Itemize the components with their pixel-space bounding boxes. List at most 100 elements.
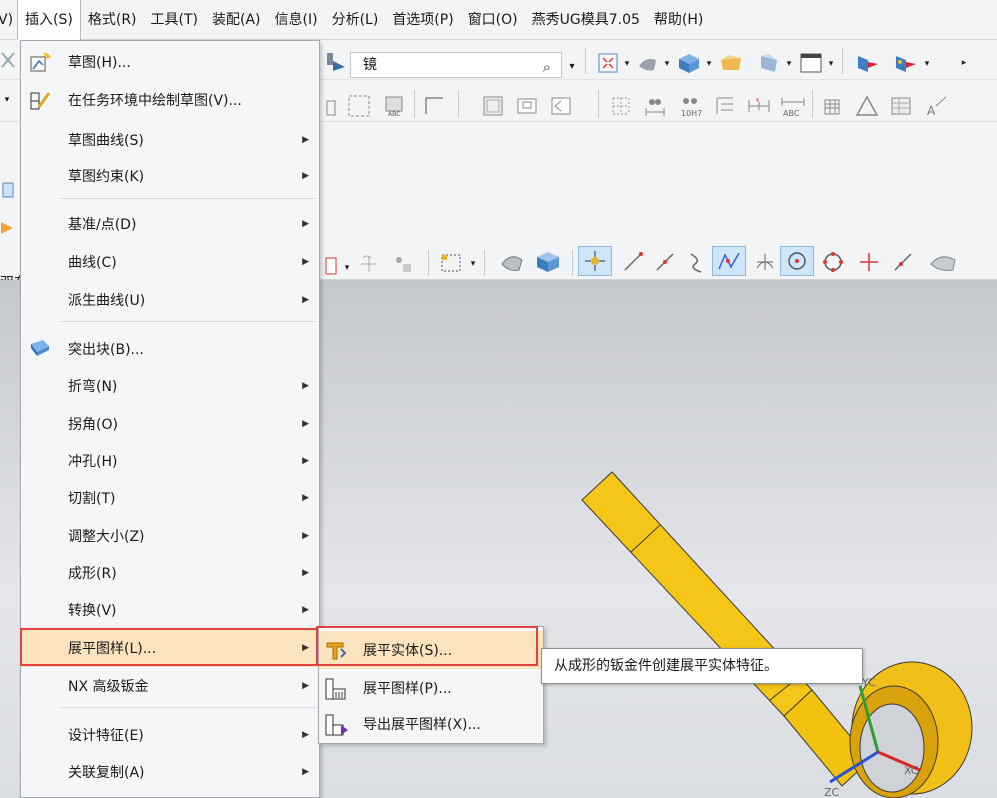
menu-assembly[interactable]: 装配(A) [205, 0, 268, 40]
menu-item-datum-point[interactable]: 基准/点(D) ▶ [21, 205, 319, 243]
dropdown-arrow-icon[interactable]: ▾ [826, 56, 836, 72]
menu-help[interactable]: 帮助(H) [647, 0, 710, 40]
display-constraints-icon[interactable] [344, 92, 374, 120]
quadrant-point-icon[interactable] [818, 248, 848, 276]
fit-view-icon[interactable] [594, 50, 622, 76]
mid-point-icon[interactable] [650, 248, 680, 276]
constraint-icon[interactable] [320, 96, 342, 120]
menu-tools[interactable]: 工具(T) [144, 0, 205, 40]
ordinate-dimension-icon[interactable] [710, 92, 740, 120]
menu-window[interactable]: 窗口(O) [461, 0, 525, 40]
dropdown-arrow-icon[interactable]: ▾ [784, 56, 794, 72]
snap-toggle-icon[interactable] [578, 246, 612, 276]
folder-view-icon[interactable] [716, 50, 746, 76]
select-arrow-icon[interactable] [322, 48, 350, 76]
submenu-item-export-flat-pattern[interactable]: 导出展平图样(X)... [319, 705, 543, 743]
menu-item-bend[interactable]: 折弯(N) ▶ [21, 367, 319, 405]
dropdown-arrow-icon[interactable]: ▾ [342, 260, 352, 276]
body-select-icon[interactable] [532, 248, 564, 276]
menu-analysis[interactable]: 分析(L) [325, 0, 386, 40]
menu-yanxiu-plugin[interactable]: 燕秀UG模具7.05 [525, 0, 647, 40]
toolbar-separator [458, 90, 459, 118]
snap-point-icon[interactable] [354, 250, 384, 276]
dropdown-arrow-icon[interactable]: ▾ [662, 56, 672, 72]
toolbar-separator [812, 90, 813, 118]
dropdown-arrow-icon[interactable]: ▾ [922, 56, 932, 72]
menu-item-sketch-in-task[interactable]: 在任务环境中绘制草图(V)... [21, 81, 319, 119]
rectangle-select-icon[interactable] [436, 250, 466, 276]
render-style-icon[interactable] [634, 50, 662, 76]
menu-item-curve[interactable]: 曲线(C) ▶ [21, 243, 319, 281]
menu-item-nx-advanced-sheet-metal[interactable]: NX 高级钣金 ▶ [21, 667, 319, 705]
triangle-icon[interactable] [852, 92, 882, 120]
menu-item-tab[interactable]: 突出块(B)... [21, 330, 319, 368]
chain-dimension-icon[interactable]: × [744, 92, 774, 120]
menu-item-convert[interactable]: 转换(V) ▶ [21, 591, 319, 629]
auto-dimension-icon[interactable]: ABC [380, 92, 410, 120]
menu-item-sketch-curves[interactable]: 草图曲线(S) ▶ [21, 121, 319, 159]
dropdown-arrow-icon[interactable]: ▾ [622, 56, 632, 72]
menu-item-punch[interactable]: 冲孔(H) ▶ [21, 442, 319, 480]
intersection-point-icon[interactable] [712, 246, 746, 276]
wcs-arrow-icon[interactable] [850, 50, 884, 76]
menu-item-label: 关联复制(A) [68, 765, 145, 781]
shape-fragment-icon[interactable] [0, 216, 14, 240]
toolbar-overflow-icon[interactable]: ▸ [934, 50, 994, 76]
arc-center-icon[interactable] [750, 248, 780, 276]
dropdown-arrow-icon[interactable]: ▾ [468, 256, 478, 272]
end-point-icon[interactable] [618, 248, 648, 276]
menu-preferences[interactable]: 首选项(P) [385, 0, 460, 40]
section-view-icon[interactable] [754, 50, 784, 76]
text-arrow-icon[interactable]: A [920, 92, 954, 120]
search-dropdown-icon[interactable]: ▾ [566, 56, 578, 76]
menu-item-derived-curve[interactable]: 派生曲线(U) ▶ [21, 281, 319, 319]
linear-dimension-icon[interactable] [640, 92, 670, 120]
menu-item-resize[interactable]: 调整大小(Z) ▶ [21, 517, 319, 555]
menu-insert[interactable]: 插入(S) [17, 0, 81, 40]
point-grid-icon[interactable] [606, 92, 636, 120]
angle-icon[interactable] [546, 92, 576, 120]
selection-fragment-icon[interactable] [320, 254, 342, 278]
shaded-cube-icon[interactable] [674, 50, 704, 76]
menu-item-label: 拐角(O) [68, 417, 118, 433]
cube-fragment-icon[interactable] [0, 178, 16, 202]
submenu-item-flat-pattern[interactable]: 展平图样(P)... [319, 669, 543, 707]
point-on-curve-icon[interactable] [888, 248, 918, 276]
note-dimension-icon[interactable]: ABC [778, 92, 808, 120]
menu-item-form[interactable]: 成形(R) ▶ [21, 554, 319, 592]
command-search-input[interactable]: 镜 ⌕ [350, 52, 562, 78]
menu-item-sketch[interactable]: 草图(H)... [21, 43, 319, 81]
wcs-rotate-icon[interactable] [888, 50, 922, 76]
magnifier-icon[interactable]: ⌕ [543, 55, 551, 79]
menu-item-label: 草图(H)... [68, 55, 131, 71]
toolbar-separator [842, 48, 843, 74]
circle-center-icon[interactable] [780, 246, 814, 276]
tolerance-dimension-icon[interactable]: 10H7 [674, 92, 708, 120]
menu-item-label: 成形(R) [68, 566, 117, 582]
table-icon[interactable] [818, 92, 848, 120]
existing-point-icon[interactable] [854, 248, 884, 276]
window-icon[interactable] [512, 92, 542, 120]
menu-item-sketch-constraints[interactable]: 草图约束(K) ▶ [21, 157, 319, 195]
snap-settings-icon[interactable] [388, 250, 418, 276]
menu-view-fragment[interactable]: V) [0, 0, 17, 40]
control-point-icon[interactable] [682, 248, 712, 276]
menu-item-design-feature[interactable]: 设计特征(E) ▶ [21, 716, 319, 754]
menu-item-cut[interactable]: 切割(T) ▶ [21, 479, 319, 517]
trim-icon[interactable] [420, 92, 450, 120]
menu-information[interactable]: 信息(I) [268, 0, 325, 40]
menu-item-label: 设计特征(E) [68, 728, 144, 744]
submenu-arrow-icon: ▶ [302, 568, 309, 578]
menu-item-associative-copy[interactable]: 关联复制(A) ▶ [21, 753, 319, 791]
face-select-icon[interactable] [496, 248, 528, 276]
scissors-icon[interactable] [0, 48, 16, 72]
submenu-arrow-icon: ▶ [302, 605, 309, 615]
tabular-note-icon[interactable] [886, 92, 916, 120]
menu-item-corner[interactable]: 拐角(O) ▶ [21, 405, 319, 443]
dropdown-arrow-icon[interactable]: ▾ [704, 56, 714, 72]
background-color-icon[interactable] [796, 50, 826, 76]
point-on-face-icon[interactable] [922, 248, 962, 276]
menu-format[interactable]: 格式(R) [81, 0, 144, 40]
rectangle-icon[interactable] [478, 92, 508, 120]
dropdown-arrow-icon[interactable]: ▾ [0, 88, 14, 112]
